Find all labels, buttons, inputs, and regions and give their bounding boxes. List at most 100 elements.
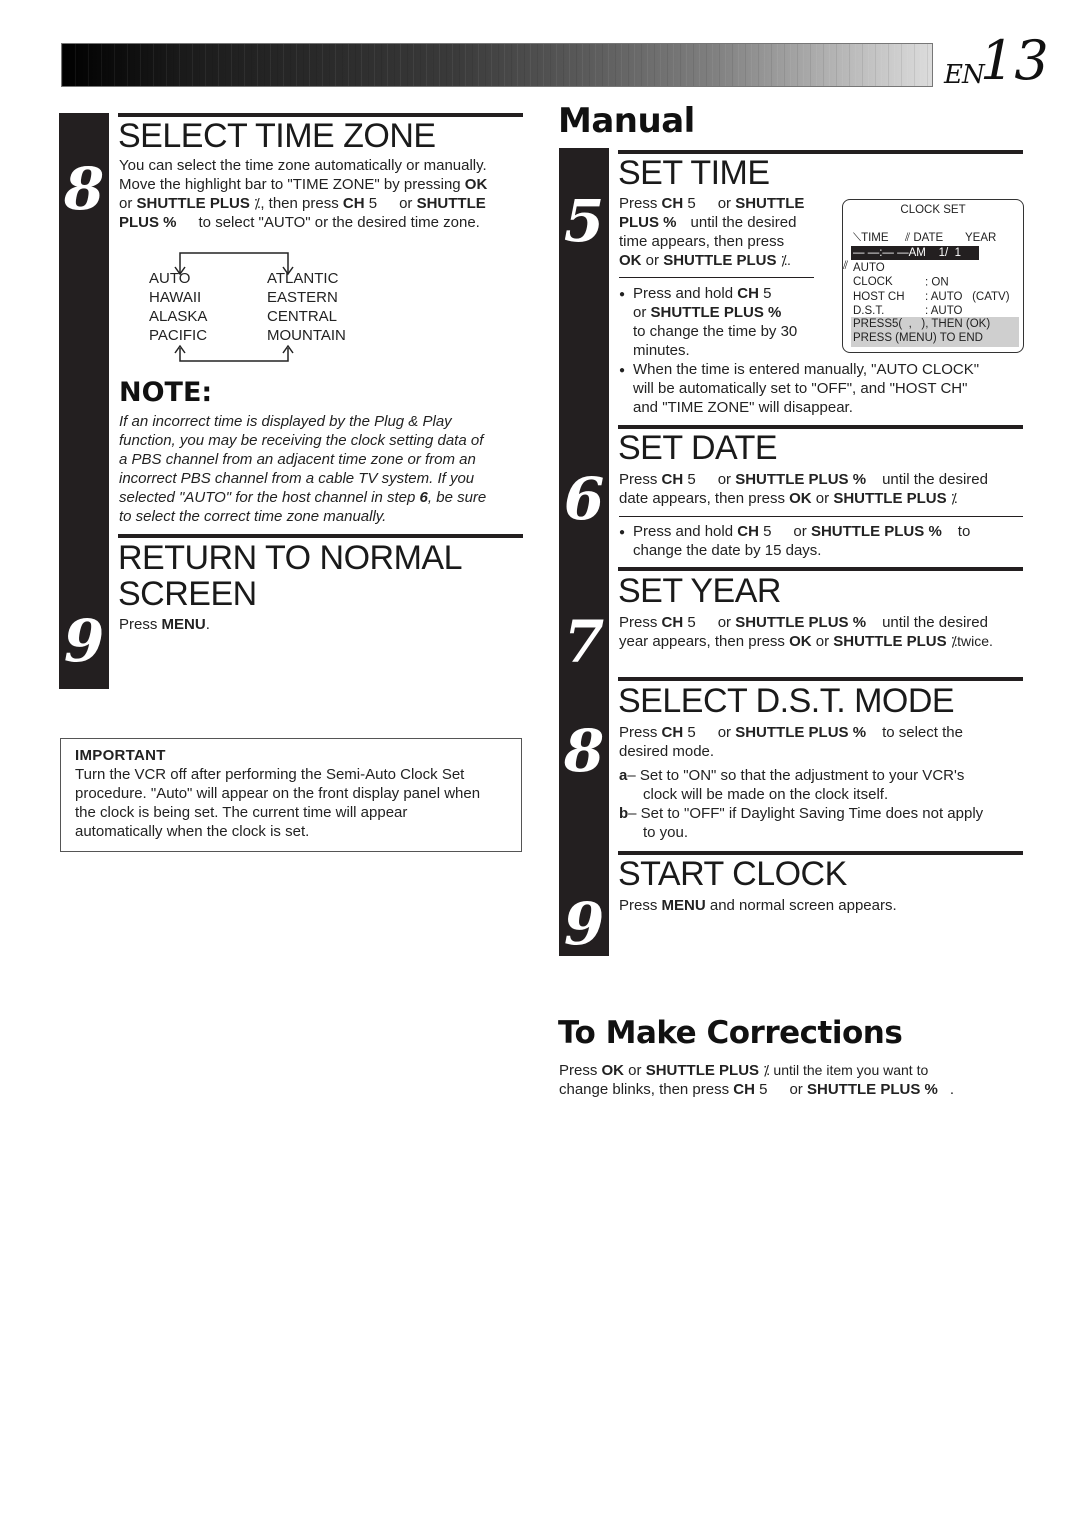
key-shuttle-plus-dial: PLUS % — [619, 214, 677, 231]
text: Press — [619, 724, 662, 741]
zone-option: CENTRAL — [267, 308, 338, 325]
section-rule — [618, 567, 1023, 571]
text: . — [949, 1081, 954, 1098]
key-ch: CH — [733, 1081, 755, 1098]
key-ch: CH — [661, 724, 684, 741]
text: desired mode. — [619, 743, 715, 760]
zone-option: EASTERN — [267, 289, 338, 306]
osd-title: CLOCK SET — [900, 204, 966, 216]
text: ⁒ until the item you want to — [763, 1062, 929, 1078]
text: to select the — [882, 724, 963, 741]
shuttle-push-icon: ⁒ — [950, 490, 958, 506]
text: or — [399, 195, 417, 212]
key-ok: OK — [789, 633, 812, 650]
page-number: 13 — [980, 29, 1049, 92]
key-ch: CH — [661, 614, 684, 631]
shuttle-push-icon: ⁒. — [780, 252, 791, 268]
text: Press — [619, 195, 662, 212]
ch-up-icon: 5 — [687, 724, 696, 741]
key-shuttle-plus-dial: PLUS % — [119, 214, 177, 231]
ch-up-icon: 5 — [368, 195, 378, 212]
heading-set-year: SET YEAR — [618, 572, 781, 610]
text: PRESS5( , ), THEN (OK) — [853, 318, 991, 330]
text: Press and hold — [633, 285, 738, 302]
key-shuttle-plus-dial: SHUTTLE PLUS % — [810, 523, 942, 540]
heading-set-date: SET DATE — [618, 429, 778, 467]
key-ch: CH — [342, 195, 365, 212]
text: or — [811, 490, 834, 507]
step9-instructions: Press MENU and normal screen appears. — [619, 896, 897, 915]
step-number-8: 8 — [563, 717, 605, 785]
text: , be sure — [427, 489, 487, 506]
ch-up-icon: 5 — [759, 1081, 768, 1098]
text: You can select the time zone automatical… — [119, 157, 487, 174]
heading-to-make-corrections: To Make Corrections — [558, 1015, 903, 1051]
text: and "TIME ZONE" will disappear. — [633, 399, 853, 416]
step5-tip: Press and hold CH 5 or SHUTTLE PLUS % to… — [619, 284, 823, 360]
heading-set-time: SET TIME — [618, 154, 770, 192]
text: – Set to "OFF" if Daylight Saving Time d… — [628, 805, 984, 822]
step-number-5: 5 — [563, 187, 605, 255]
step-number-6: 6 — [563, 465, 605, 533]
text: or — [717, 471, 736, 488]
text: TIME — [861, 232, 889, 244]
step-number-9: 9 — [563, 890, 605, 958]
text: : AUTO — [925, 304, 963, 317]
step-sidebar-right — [559, 148, 609, 956]
text: until the desired — [882, 471, 988, 488]
osd-col-year: YEAR — [965, 232, 997, 244]
text: RETURN TO NORMAL — [118, 539, 463, 577]
text: , then press — [260, 195, 343, 212]
text: or — [717, 195, 736, 212]
zone-option: ATLANTIC — [267, 270, 339, 287]
text: When the time is entered manually, "AUTO… — [619, 360, 1028, 380]
zone-option: ALASKA — [149, 308, 208, 325]
text: DATE — [913, 232, 944, 244]
step-number-9: 9 — [63, 607, 105, 675]
key-shuttle: SHUTTLE — [735, 195, 805, 212]
section-rule — [618, 677, 1023, 681]
text: automatically when the clock is set. — [75, 823, 310, 840]
text: Move the highlight bar to "TIME ZONE" by… — [119, 176, 465, 193]
text: a PBS channel from an adjacent time zone… — [119, 451, 476, 468]
text: or — [793, 523, 811, 540]
blink-icon: ⫽ — [905, 232, 911, 244]
language-label: EN — [944, 60, 985, 90]
text: or — [811, 633, 834, 650]
text: PRESS (MENU) TO END — [853, 332, 983, 344]
key-shuttle-plus: SHUTTLE PLUS — [645, 1062, 760, 1079]
text: to change the time by 30 — [633, 323, 798, 340]
text: to select the correct time zone manually… — [119, 508, 387, 525]
key-ch: CH — [737, 523, 759, 540]
text: Turn the VCR off after performing the Se… — [75, 766, 465, 783]
text: Press — [619, 471, 662, 488]
text: or — [717, 614, 736, 631]
text: or — [624, 1062, 646, 1079]
section-title-manual: Manual — [558, 101, 695, 141]
key-shuttle-plus: SHUTTLE PLUS — [833, 633, 947, 650]
text: time appears, then press — [619, 233, 785, 250]
divider — [619, 277, 814, 278]
shuttle-push-icon: ⁒twice. — [950, 633, 993, 649]
step6-tip: Press and hold CH 5 or SHUTTLE PLUS % to c… — [619, 522, 1028, 560]
important-heading: IMPORTANT — [75, 747, 166, 764]
text: to you. — [643, 824, 689, 841]
text: or — [633, 304, 651, 321]
key-shuttle-plus-dial: SHUTTLE PLUS % — [735, 614, 867, 631]
key-shuttle-plus-dial: SHUTTLE PLUS % — [735, 724, 867, 741]
key-ok: OK — [464, 176, 488, 193]
text: year appears, then press — [619, 633, 790, 650]
step-number-7: 7 — [563, 608, 605, 676]
time-zone-list-left: AUTO HAWAII ALASKA PACIFIC — [149, 269, 207, 345]
step7-instructions: Press CH 5 or SHUTTLE PLUS % until the des… — [619, 613, 1029, 651]
osd-row: AUTO CLOCK: ON — [853, 261, 1010, 290]
clock-set-osd-screen: CLOCK SET ⟍TIME ⫽ DATE YEAR — —:— —AM 1/… — [842, 199, 1024, 353]
text: change the date by 15 days. — [633, 542, 822, 559]
text: incorrect PBS channel from a cable TV sy… — [119, 470, 475, 487]
text: . — [205, 616, 210, 633]
key-ch: CH — [661, 195, 684, 212]
text: – Set to "ON" so that the adjustment to … — [627, 767, 965, 784]
key-menu: MENU — [661, 897, 706, 914]
step9-instructions: Press MENU. — [119, 615, 210, 634]
ch-up-icon: 5 — [687, 195, 696, 212]
